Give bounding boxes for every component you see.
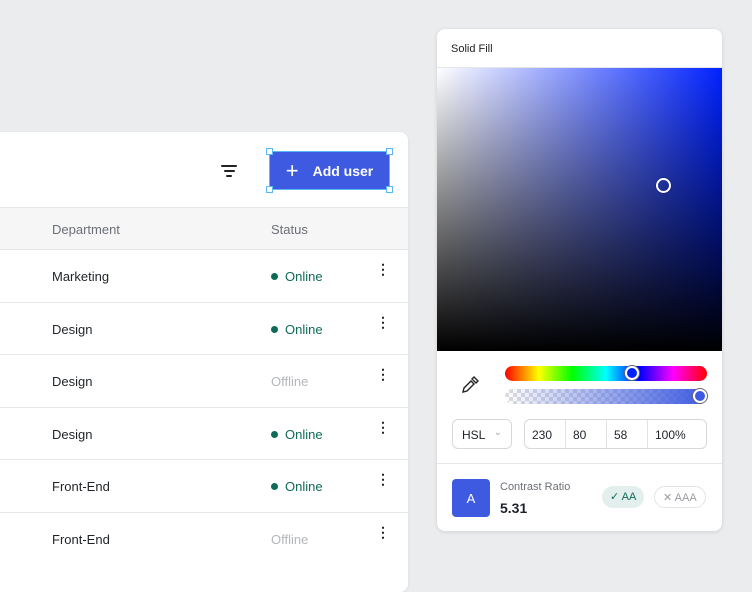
table-row[interactable]: Front-End Offline ⋮ xyxy=(0,512,408,565)
color-mode-select[interactable]: HSL ⌄ xyxy=(452,419,512,449)
check-icon: ✓ xyxy=(610,491,622,503)
more-options-icon[interactable]: ⋮ xyxy=(376,367,390,381)
status-label: Online xyxy=(285,321,323,337)
department-cell: Design xyxy=(52,374,93,390)
more-options-icon[interactable]: ⋮ xyxy=(376,315,390,329)
aa-badge: ✓ AA xyxy=(602,486,645,508)
panel-title: Solid Fill xyxy=(437,29,722,68)
status-cell: Online xyxy=(271,479,323,494)
alpha-handle[interactable] xyxy=(693,389,707,403)
add-user-button[interactable]: + Add user xyxy=(266,148,393,193)
alpha-slider[interactable] xyxy=(505,389,707,404)
contrast-label: Contrast Ratio xyxy=(500,481,571,493)
status-dot xyxy=(271,430,278,438)
department-cell: Design xyxy=(52,321,93,337)
color-mode-value: HSL xyxy=(462,428,486,442)
divider xyxy=(437,463,722,464)
status-cell: Online xyxy=(271,269,323,284)
filter-icon[interactable] xyxy=(221,165,237,177)
table-row[interactable]: Design Online ⋮ xyxy=(0,301,408,355)
table-header: Department Status xyxy=(0,207,408,249)
users-table: + Add user Department Status Marketing O… xyxy=(0,132,408,592)
table-row[interactable]: Design Online ⋮ xyxy=(0,406,408,460)
contrast-value: 5.31 xyxy=(500,500,528,516)
plus-icon: + xyxy=(285,157,299,183)
department-cell: Front-End xyxy=(52,479,110,495)
status-label: Online xyxy=(285,269,323,284)
header-status[interactable]: Status xyxy=(271,222,308,237)
lightness-input[interactable]: 58 xyxy=(607,420,648,448)
color-swatch: A xyxy=(452,479,490,517)
alpha-input[interactable]: 100% xyxy=(648,420,706,448)
x-icon: ✕ xyxy=(663,492,675,504)
header-department[interactable]: Department xyxy=(52,222,120,237)
saturation-value-area[interactable] xyxy=(437,68,722,351)
status-cell: Offline xyxy=(271,374,308,389)
color-values: 230 80 58 100% xyxy=(524,419,707,449)
department-cell: Design xyxy=(52,426,93,442)
status-dot xyxy=(271,325,278,333)
table-row[interactable]: Design Offline ⋮ xyxy=(0,354,408,407)
add-user-label: Add user xyxy=(312,162,374,179)
chevron-down-icon: ⌄ xyxy=(493,427,502,438)
hue-handle[interactable] xyxy=(625,366,640,380)
status-cell: Online xyxy=(271,322,323,337)
more-options-icon[interactable]: ⋮ xyxy=(376,262,390,276)
hue-slider[interactable] xyxy=(505,366,707,381)
status-cell: Online xyxy=(271,427,323,442)
table-row[interactable]: Marketing Online ⋮ xyxy=(0,249,408,302)
status-cell: Offline xyxy=(271,532,308,547)
hue-input[interactable]: 230 xyxy=(525,420,566,448)
color-picker-panel: Solid Fill HSL ⌄ 230 80 58 100% A Contras… xyxy=(437,29,722,531)
status-dot xyxy=(271,273,278,280)
saturation-input[interactable]: 80 xyxy=(566,420,607,448)
aaa-label: AAA xyxy=(674,492,697,504)
sv-handle[interactable] xyxy=(656,178,671,193)
aa-label: AA xyxy=(621,491,637,503)
status-label: Online xyxy=(285,426,323,442)
aaa-badge: ✕ AAA xyxy=(654,486,706,508)
status-label: Online xyxy=(285,479,323,495)
status-label: Offline xyxy=(271,532,309,547)
more-options-icon[interactable]: ⋮ xyxy=(376,420,390,434)
department-cell: Marketing xyxy=(52,269,110,284)
status-label: Offline xyxy=(271,374,309,390)
more-options-icon[interactable]: ⋮ xyxy=(376,525,390,539)
table-row[interactable]: Front-End Online ⋮ xyxy=(0,459,408,512)
department-cell: Front-End xyxy=(52,532,110,547)
eyedropper-icon[interactable] xyxy=(461,376,479,399)
status-dot xyxy=(271,483,278,491)
more-options-icon[interactable]: ⋮ xyxy=(376,472,390,486)
